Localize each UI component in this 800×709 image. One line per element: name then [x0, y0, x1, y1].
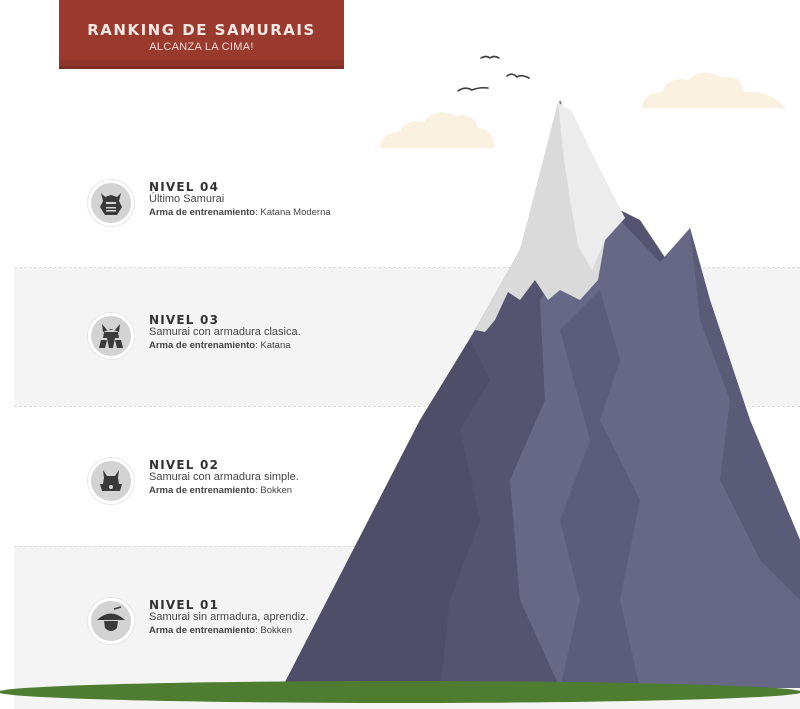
- level-item-1: NIVEL 01 Samurai sin armadura, aprendiz.…: [88, 598, 388, 646]
- level-weapon: Arma de entrenamiento: Bokken: [149, 485, 292, 496]
- level-title: NIVEL 03: [149, 313, 220, 327]
- weapon-label: Arma de entrenamiento: [149, 625, 256, 636]
- weapon-value: : Katana Moderna: [255, 207, 331, 218]
- level-title: NIVEL 01: [149, 598, 220, 612]
- level-description: Último Samurai: [149, 193, 225, 205]
- level-description: Samurai sin armadura, aprendiz.: [149, 611, 309, 623]
- samurai-helmet-simple-icon: [88, 458, 134, 504]
- samurai-mask-icon: [88, 180, 134, 226]
- divider: [14, 546, 800, 547]
- header-banner: Ranking de Samurais ALCANZA LA CIMA!: [59, 0, 344, 69]
- level-description: Samurai con armadura simple.: [149, 471, 299, 483]
- level-title: NIVEL 04: [149, 180, 220, 194]
- level-weapon: Arma de entrenamiento: Katana: [149, 340, 291, 351]
- weapon-label: Arma de entrenamiento: [149, 340, 256, 351]
- divider: [14, 267, 800, 268]
- level-weapon: Arma de entrenamiento: Bokken: [149, 625, 292, 636]
- level-description: Samurai con armadura clasica.: [149, 326, 301, 338]
- samurai-helmet-classic-icon: [88, 313, 134, 359]
- weapon-value: : Bokken: [255, 625, 293, 636]
- weapon-value: : Katana: [255, 340, 291, 351]
- weapon-value: : Bokken: [255, 485, 293, 496]
- weapon-label: Arma de entrenamiento: [149, 207, 256, 218]
- page-title: Ranking de Samurais: [87, 21, 316, 39]
- level-item-4: NIVEL 04 Último Samurai Arma de entrenam…: [88, 180, 388, 228]
- level-item-3: NIVEL 03 Samurai con armadura clasica. A…: [88, 313, 388, 361]
- straw-hat-apprentice-icon: [88, 598, 134, 644]
- level-weapon: Arma de entrenamiento: Katana Moderna: [149, 207, 331, 218]
- level-item-2: NIVEL 02 Samurai con armadura simple. Ar…: [88, 458, 388, 506]
- level-title: NIVEL 02: [149, 458, 220, 472]
- divider: [14, 406, 800, 407]
- weapon-label: Arma de entrenamiento: [149, 485, 256, 496]
- ranking-infographic: Ranking de Samurais ALCANZA LA CIMA! NIV…: [0, 0, 800, 709]
- page-subtitle: ALCANZA LA CIMA!: [149, 41, 254, 53]
